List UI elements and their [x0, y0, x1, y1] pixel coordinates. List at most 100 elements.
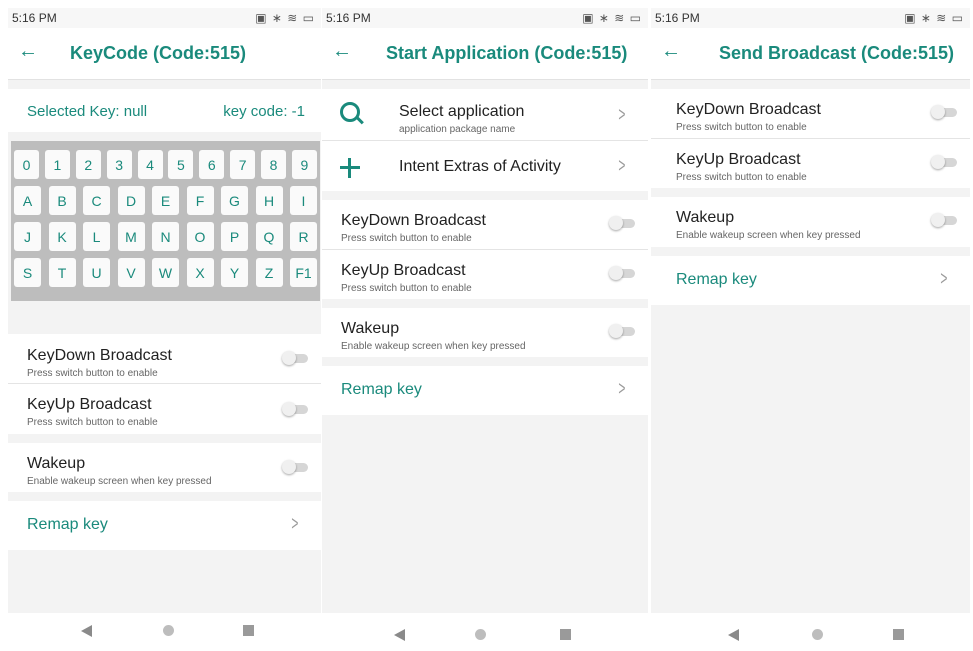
- chevron-right-icon: >: [618, 104, 626, 126]
- key-button[interactable]: Y: [221, 258, 248, 287]
- key-button[interactable]: M: [117, 222, 145, 251]
- nav-home-icon[interactable]: [812, 629, 823, 640]
- key-button[interactable]: 2: [75, 150, 101, 179]
- send-broadcast-screen: 5:16 PM ▣ ∗ ≋ ▭ ← Send Broadcast (Code:5…: [651, 8, 970, 651]
- key-button[interactable]: O: [186, 222, 214, 251]
- key-button[interactable]: 0: [14, 150, 39, 179]
- keyup-toggle[interactable]: [609, 266, 635, 280]
- keydown-toggle[interactable]: [931, 105, 957, 119]
- key-button[interactable]: K: [48, 222, 76, 251]
- wakeup-toggle[interactable]: [282, 460, 308, 474]
- keydown-toggle[interactable]: [609, 216, 635, 230]
- back-arrow-icon[interactable]: ←: [18, 40, 38, 63]
- status-bar: 5:16 PM ▣ ∗ ≋ ▭: [322, 8, 648, 28]
- keydown-broadcast-row[interactable]: KeyDown Broadcast Press switch button to…: [651, 89, 970, 139]
- key-button[interactable]: S: [14, 258, 41, 287]
- wakeup-row[interactable]: Wakeup Enable wakeup screen when key pre…: [651, 197, 970, 247]
- status-icons: ▣ ∗ ≋ ▭: [582, 11, 642, 25]
- nav-back-icon[interactable]: [394, 629, 405, 641]
- key-button[interactable]: X: [186, 258, 214, 287]
- nav-recents-icon[interactable]: [893, 629, 904, 640]
- status-time: 5:16 PM: [655, 11, 700, 25]
- select-application-subtitle: application package name: [399, 124, 516, 135]
- remap-key-row[interactable]: Remap key >: [322, 366, 648, 415]
- nav-back-icon[interactable]: [728, 629, 739, 641]
- keyup-broadcast-row[interactable]: KeyUp Broadcast Press switch button to e…: [651, 139, 970, 188]
- key-button[interactable]: W: [152, 258, 179, 287]
- wakeup-row[interactable]: Wakeup Enable wakeup screen when key pre…: [8, 443, 321, 492]
- key-button[interactable]: 5: [168, 150, 194, 179]
- key-button[interactable]: E: [152, 186, 179, 215]
- wakeup-row[interactable]: Wakeup Enable wakeup screen when key pre…: [322, 308, 648, 357]
- remap-key-row[interactable]: Remap key >: [8, 501, 321, 550]
- key-button[interactable]: T: [48, 258, 76, 287]
- intent-extras-row[interactable]: Intent Extras of Activity >: [322, 141, 648, 191]
- key-button[interactable]: G: [221, 186, 248, 215]
- keyup-title: KeyUp Broadcast: [341, 262, 466, 279]
- keydown-subtitle: Press switch button to enable: [341, 233, 472, 244]
- app-bar: ← KeyCode (Code:515): [8, 28, 321, 80]
- page-title: KeyCode (Code:515): [70, 43, 247, 63]
- keyup-broadcast-row[interactable]: KeyUp Broadcast Press switch button to e…: [8, 384, 321, 434]
- key-button[interactable]: N: [152, 222, 179, 251]
- key-button[interactable]: P: [221, 222, 248, 251]
- keydown-broadcast-row[interactable]: KeyDown Broadcast Press switch button to…: [322, 200, 648, 250]
- keyboard-grid: 0 1 2 3 4 5 6 7 8 9 A B C D E F G H I J K L M N O P Q R S T U V W X Y Z F1: [11, 141, 320, 301]
- key-button[interactable]: 4: [137, 150, 163, 179]
- plus-icon: [340, 158, 360, 178]
- key-button[interactable]: 3: [106, 150, 132, 179]
- wakeup-title: Wakeup: [341, 320, 400, 337]
- key-button[interactable]: 8: [261, 150, 286, 179]
- wakeup-toggle[interactable]: [609, 324, 635, 338]
- key-button[interactable]: F: [186, 186, 214, 215]
- selected-key-label: Selected Key: null: [27, 103, 148, 120]
- nav-home-icon[interactable]: [163, 625, 174, 636]
- chevron-right-icon: >: [618, 378, 626, 400]
- key-button[interactable]: F1: [290, 258, 317, 287]
- nav-recents-icon[interactable]: [560, 629, 571, 640]
- key-button[interactable]: J: [14, 222, 41, 251]
- remap-key-row[interactable]: Remap key >: [651, 256, 970, 305]
- nav-back-icon[interactable]: [81, 625, 92, 637]
- key-button[interactable]: 6: [199, 150, 225, 179]
- keyup-broadcast-row[interactable]: KeyUp Broadcast Press switch button to e…: [322, 250, 648, 299]
- selected-key-row: Selected Key: null key code: -1: [8, 89, 321, 132]
- wakeup-toggle[interactable]: [931, 213, 957, 227]
- keydown-title: KeyDown Broadcast: [341, 212, 486, 229]
- key-button[interactable]: 9: [291, 150, 317, 179]
- status-time: 5:16 PM: [12, 11, 57, 25]
- keydown-broadcast-row[interactable]: KeyDown Broadcast Press switch button to…: [8, 334, 321, 384]
- status-icons: ▣ ∗ ≋ ▭: [904, 11, 964, 25]
- key-button[interactable]: H: [255, 186, 283, 215]
- chevron-right-icon: >: [618, 155, 626, 177]
- remap-key-label: Remap key: [676, 271, 757, 288]
- key-button[interactable]: Q: [255, 222, 283, 251]
- key-button[interactable]: 1: [44, 150, 70, 179]
- keyup-toggle[interactable]: [931, 155, 957, 169]
- nav-recents-icon[interactable]: [243, 625, 254, 636]
- keycode-screen: 5:16 PM ▣ ∗ ≋ ▭ ← KeyCode (Code:515) Sel…: [8, 8, 321, 651]
- back-arrow-icon[interactable]: ←: [332, 40, 352, 63]
- key-button[interactable]: I: [290, 186, 317, 215]
- nav-home-icon[interactable]: [475, 629, 486, 640]
- remap-key-label: Remap key: [341, 381, 422, 398]
- keydown-toggle[interactable]: [282, 351, 308, 365]
- key-button[interactable]: R: [290, 222, 317, 251]
- keyup-toggle[interactable]: [282, 402, 308, 416]
- key-button[interactable]: 7: [230, 150, 256, 179]
- key-button[interactable]: D: [117, 186, 145, 215]
- key-button[interactable]: V: [117, 258, 145, 287]
- key-button[interactable]: A: [14, 186, 41, 215]
- back-arrow-icon[interactable]: ←: [661, 40, 681, 63]
- keyup-subtitle: Press switch button to enable: [341, 283, 472, 294]
- key-button[interactable]: U: [83, 258, 110, 287]
- chevron-right-icon: >: [291, 513, 299, 535]
- select-application-title: Select application: [399, 103, 525, 120]
- key-button[interactable]: C: [83, 186, 110, 215]
- key-button[interactable]: B: [48, 186, 76, 215]
- key-button[interactable]: L: [83, 222, 110, 251]
- select-application-row[interactable]: Select application application package n…: [322, 89, 648, 141]
- key-button[interactable]: Z: [255, 258, 283, 287]
- keydown-title: KeyDown Broadcast: [27, 347, 172, 364]
- keyboard-row: ABCDEFGHI: [14, 186, 317, 216]
